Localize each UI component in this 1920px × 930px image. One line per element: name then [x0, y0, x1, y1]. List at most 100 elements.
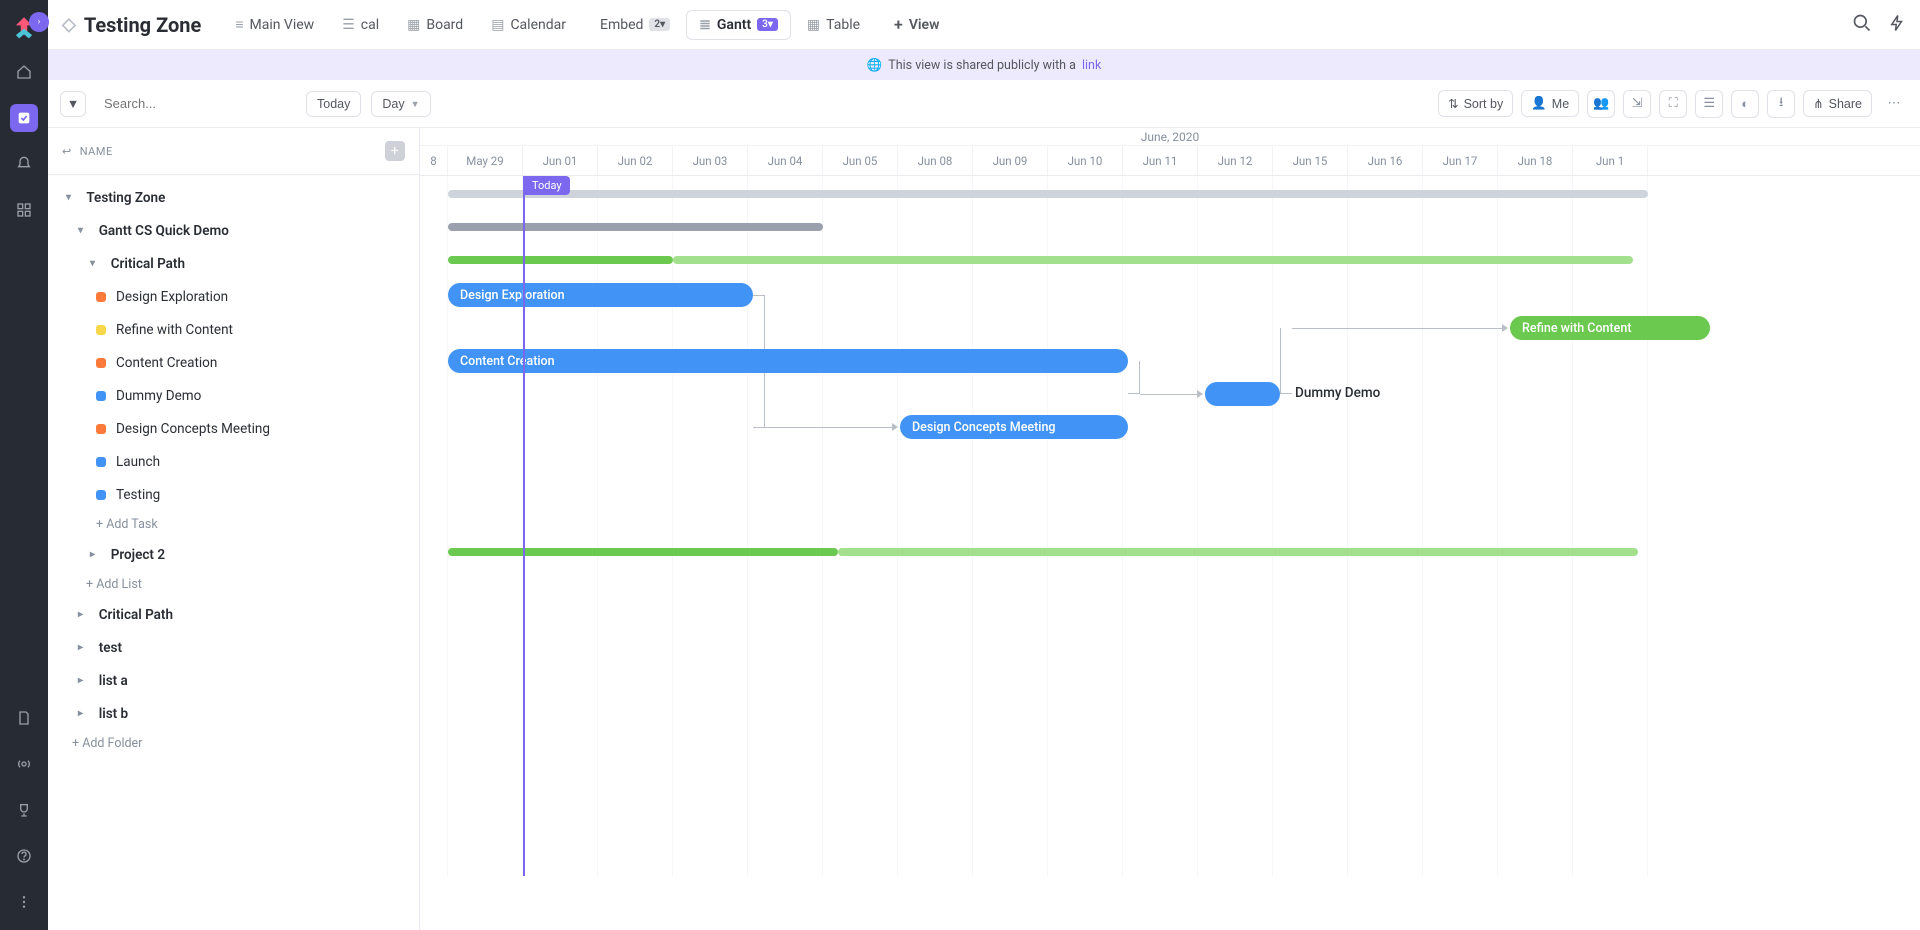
summary-bar-project2-b[interactable]	[838, 548, 1638, 556]
share-banner: 🌐 This view is shared publicly with a li…	[48, 50, 1920, 80]
label-dummy-demo: Dummy Demo	[1295, 385, 1380, 401]
scale-dropdown[interactable]: Day▼	[371, 91, 430, 117]
more-icon[interactable]	[10, 888, 38, 916]
day-cell: Jun 05	[823, 146, 898, 175]
automations-icon[interactable]	[1888, 13, 1906, 37]
collapse-icon[interactable]: ⇲	[1623, 90, 1651, 118]
today-badge: Today	[524, 176, 570, 195]
pulse-icon[interactable]	[10, 750, 38, 778]
share-button[interactable]: ⋔Share	[1803, 90, 1872, 117]
tab-table[interactable]: ▦Table	[795, 11, 872, 39]
tab-calendar[interactable]: ▤Calendar	[479, 11, 578, 39]
tree-task[interactable]: Testing	[48, 478, 419, 511]
tree-folder-collapsed[interactable]: ▸ list b	[48, 697, 419, 730]
summary-bar-project2-a[interactable]	[448, 548, 838, 556]
sort-button[interactable]: ⇅Sort by	[1438, 90, 1513, 117]
tab-board[interactable]: ▦Board	[395, 11, 475, 39]
assignees-icon[interactable]: 👥	[1587, 90, 1615, 118]
bar-refine-content[interactable]: Refine with Content	[1510, 316, 1710, 340]
docs-icon[interactable]	[10, 704, 38, 732]
tag-icon: ◇	[62, 14, 76, 35]
color-icon[interactable]: ◐	[1731, 90, 1759, 118]
banner-link[interactable]: link	[1082, 58, 1101, 73]
gantt-chart[interactable]: June, 2020 8May 29Jun 01Jun 02Jun 03Jun …	[420, 128, 1920, 930]
download-icon[interactable]: ⭳	[1767, 90, 1795, 118]
expand-icon[interactable]: ⛶	[1659, 90, 1687, 118]
day-cell: May 29	[448, 146, 523, 175]
calendar-icon: ▤	[491, 17, 504, 33]
day-cell: Jun 11	[1123, 146, 1198, 175]
space-title-text: Testing Zone	[84, 13, 201, 37]
gantt-toolbar: ▼ Today Day▼ ⇅Sort by 👤Me 👥 ⇲ ⛶ ☰ ◐ ⭳ ⋔S…	[48, 80, 1920, 128]
gantt-icon: ≣	[699, 17, 711, 33]
tree-task[interactable]: Content Creation	[48, 346, 419, 379]
summary-bar-critical-b[interactable]	[673, 256, 1633, 264]
day-cell: Jun 17	[1423, 146, 1498, 175]
filter-button[interactable]: ▼	[60, 91, 86, 117]
day-cell: Jun 02	[598, 146, 673, 175]
app-sidebar: ›	[0, 0, 48, 930]
bar-design-concepts[interactable]: Design Concepts Meeting	[900, 415, 1128, 439]
tree-list[interactable]: ▾ Critical Path	[48, 247, 419, 280]
day-cell: Jun 04	[748, 146, 823, 175]
summary-bar-folder[interactable]	[448, 223, 823, 231]
board-icon: ▦	[407, 17, 420, 33]
day-cell: 8	[420, 146, 448, 175]
tab-embed[interactable]: Embed2▾	[582, 11, 682, 39]
dashboards-icon[interactable]	[10, 196, 38, 224]
tree-list-project2[interactable]: ▸ Project 2	[48, 538, 419, 571]
bar-dummy-demo[interactable]	[1205, 382, 1280, 406]
summary-bar-space[interactable]	[448, 190, 1648, 198]
tree-folder[interactable]: ▾ Gantt CS Quick Demo	[48, 214, 419, 247]
tree-task[interactable]: Dummy Demo	[48, 379, 419, 412]
tree-space[interactable]: ▾ Testing Zone	[48, 181, 419, 214]
goals-icon[interactable]	[10, 796, 38, 824]
day-cell: Jun 1	[1573, 146, 1648, 175]
list-icon: ≡	[235, 16, 243, 33]
tree-folder-collapsed[interactable]: ▸ list a	[48, 664, 419, 697]
tree-folder-collapsed[interactable]: ▸ Critical Path	[48, 598, 419, 631]
help-icon[interactable]	[10, 842, 38, 870]
day-cell: Jun 08	[898, 146, 973, 175]
notifications-icon[interactable]	[10, 150, 38, 178]
view-header: ◇ Testing Zone ≡Main View☰cal▦Board▤Cale…	[48, 0, 1920, 50]
path-icon[interactable]: ☰	[1695, 90, 1723, 118]
bar-design-exploration[interactable]: Design Exploration	[448, 283, 753, 307]
home-icon[interactable]	[10, 58, 38, 86]
day-cell: Jun 16	[1348, 146, 1423, 175]
day-cell: Jun 10	[1048, 146, 1123, 175]
app-logo[interactable]: ›	[11, 14, 37, 40]
me-button[interactable]: 👤Me	[1521, 90, 1579, 117]
expand-sidebar-icon[interactable]: ›	[29, 12, 49, 32]
today-button[interactable]: Today	[306, 91, 361, 117]
tree-task[interactable]: Refine with Content	[48, 313, 419, 346]
day-cell: Jun 18	[1498, 146, 1573, 175]
tab-cal[interactable]: ☰cal	[330, 11, 391, 39]
space-title[interactable]: ◇ Testing Zone	[62, 13, 201, 37]
day-cell: Jun 03	[673, 146, 748, 175]
bar-content-creation[interactable]: Content Creation	[448, 349, 1128, 373]
tab-gantt[interactable]: ≣Gantt3▾	[686, 10, 791, 40]
add-item-button[interactable]: +	[385, 141, 405, 161]
tree-folder-collapsed[interactable]: ▸ test	[48, 631, 419, 664]
more-options-icon[interactable]: ⋯	[1880, 90, 1908, 118]
table-icon: ▦	[807, 17, 820, 33]
search-icon[interactable]	[1852, 13, 1872, 37]
summary-bar-critical-a[interactable]	[448, 256, 673, 264]
search-input[interactable]	[96, 90, 296, 117]
day-cell: Jun 12	[1198, 146, 1273, 175]
tree-task[interactable]: Design Exploration	[48, 280, 419, 313]
add-task-button[interactable]: + Add Task	[48, 511, 419, 538]
add-view-button[interactable]: +View	[882, 9, 951, 40]
list-alt-icon: ☰	[342, 17, 355, 33]
tree-task[interactable]: Launch	[48, 445, 419, 478]
tasks-icon[interactable]	[10, 104, 38, 132]
add-folder-button[interactable]: + Add Folder	[48, 730, 419, 757]
add-list-button[interactable]: + Add List	[48, 571, 419, 598]
back-icon[interactable]: ↩	[62, 145, 72, 158]
tab-main-view[interactable]: ≡Main View	[223, 10, 326, 39]
today-line	[523, 176, 525, 876]
tree-task[interactable]: Design Concepts Meeting	[48, 412, 419, 445]
day-cell: Jun 15	[1273, 146, 1348, 175]
tree-header-label: NAME	[80, 145, 113, 158]
